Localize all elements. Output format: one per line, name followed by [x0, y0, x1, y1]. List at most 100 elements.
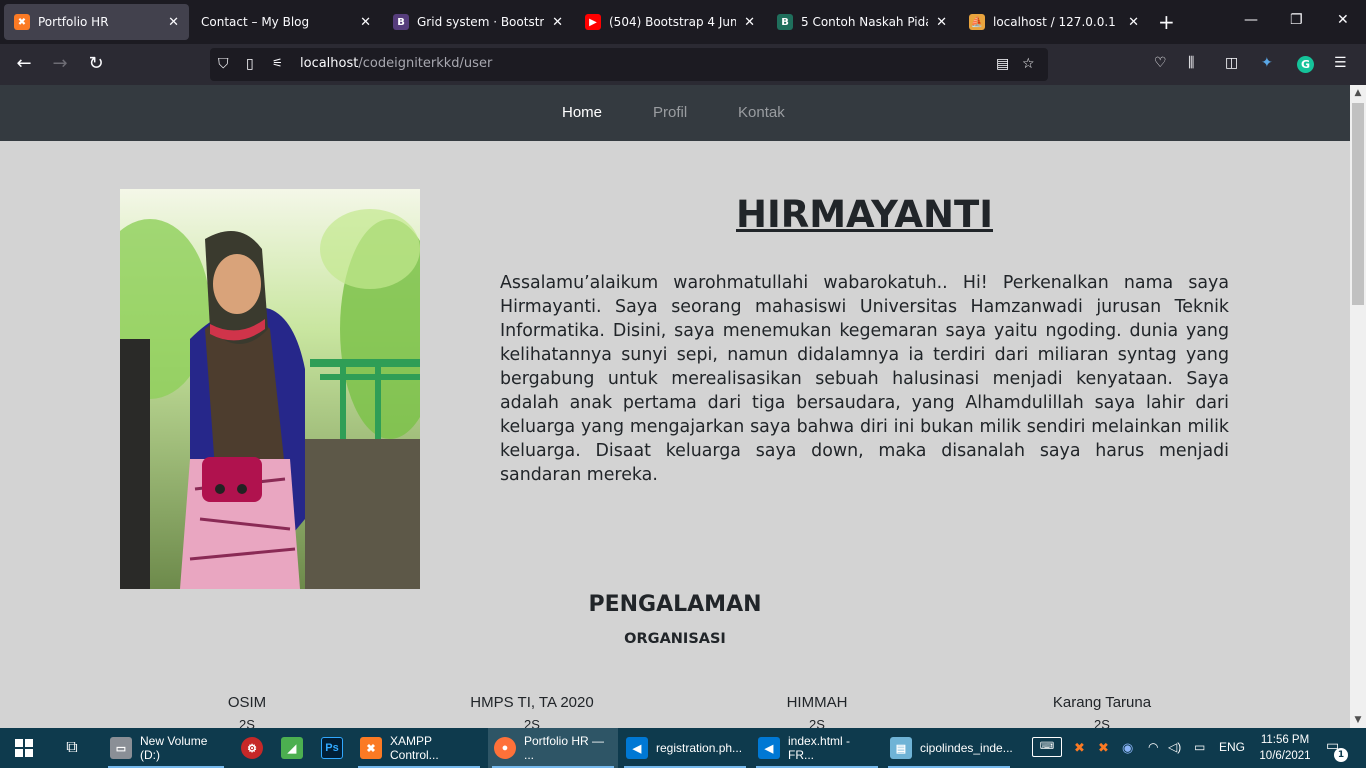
browser-tab-strip: ✖ Portfolio HR ✕ Contact – My Blog ✕ B G…	[0, 0, 1366, 44]
scroll-up-arrow-icon[interactable]: ▲	[1350, 85, 1366, 101]
org-year: 2S	[239, 717, 255, 728]
org-item: HMPS TI, TA 2020 2S	[382, 694, 682, 728]
notepad-icon: ▤	[890, 737, 912, 759]
language-indicator[interactable]: ENG	[1219, 740, 1245, 754]
org-name: Karang Taruna	[1052, 694, 1152, 711]
taskbar-app-label: New Volume (D:)	[140, 734, 208, 762]
phpmyadmin-icon: ⛵	[969, 14, 985, 30]
taskbar-app-xampp[interactable]: ✖ XAMPP Control...	[354, 728, 484, 768]
sidebar-icon[interactable]: ◫	[1225, 55, 1238, 71]
tab-portfolio-hr[interactable]: ✖ Portfolio HR ✕	[4, 4, 189, 40]
start-button[interactable]	[6, 728, 42, 768]
xampp-icon: ✖	[14, 14, 30, 30]
taskbar-app-explorer[interactable]: ▭ New Volume (D:)	[104, 728, 228, 768]
close-tab-icon[interactable]: ✕	[168, 15, 179, 30]
close-tab-icon[interactable]: ✕	[744, 15, 755, 30]
profile-photo-illustration	[120, 189, 420, 589]
bookmark-star-icon[interactable]: ☆	[1022, 56, 1035, 72]
section-subtitle-organisasi: ORGANISASI	[624, 631, 726, 647]
url-text[interactable]: localhost/codeigniterkkd/user	[300, 56, 492, 71]
battery-icon[interactable]: ▭	[1194, 740, 1205, 754]
close-tab-icon[interactable]: ✕	[936, 15, 947, 30]
tab-naskah-pidato[interactable]: B 5 Contoh Naskah Pidato Singkat ✕	[767, 4, 957, 40]
org-name: OSIM	[227, 694, 267, 711]
gear-red-icon: ⚙	[241, 737, 263, 759]
tab-phpmyadmin[interactable]: ⛵ localhost / 127.0.0.1 | phpMyAdmin ✕	[959, 4, 1149, 40]
firefox-icon: ●	[494, 737, 516, 759]
taskbar-app-vscode-1[interactable]: ◀ registration.ph...	[620, 728, 750, 768]
b-site-icon: B	[777, 14, 793, 30]
minimize-icon[interactable]: —	[1244, 12, 1258, 28]
shield-icon[interactable]: ⛉	[218, 56, 229, 72]
taskbar-app-vscode-2[interactable]: ◀ index.html - FR...	[752, 728, 882, 768]
close-window-icon[interactable]: ✕	[1337, 12, 1349, 28]
org-item: HIMMAH 2S	[667, 694, 967, 728]
keyboard-icon[interactable]: ⌨	[1032, 737, 1062, 757]
back-icon[interactable]: ←	[12, 53, 36, 74]
profile-bio: Assalamu’alaikum warohmatullahi wabaroka…	[500, 273, 1229, 485]
org-name: HMPS TI, TA 2020	[470, 694, 594, 711]
close-tab-icon[interactable]: ✕	[360, 15, 371, 30]
scrollbar-thumb[interactable]	[1352, 103, 1364, 305]
taskbar-app-label: registration.ph...	[656, 741, 743, 755]
extension-icon[interactable]: ✦	[1261, 55, 1273, 71]
green-app-icon: ◢	[281, 737, 303, 759]
restore-icon[interactable]: ❐	[1290, 12, 1303, 28]
vscode-icon: ◀	[626, 737, 648, 759]
tray-xampp-2-icon[interactable]: ✖	[1098, 740, 1109, 756]
tab-title: Contact – My Blog	[201, 15, 310, 29]
org-year: 2S	[1094, 717, 1110, 728]
tab-bootstrap-grid[interactable]: B Grid system · Bootstrap v4 ✕	[383, 4, 573, 40]
volume-icon[interactable]: ◁)	[1168, 740, 1181, 754]
profile-name: HIRMAYANTI	[736, 193, 993, 236]
new-tab-icon[interactable]: +	[1158, 12, 1175, 32]
tab-youtube-jumbotron[interactable]: ▶ (504) Bootstrap 4 Jumbotron ✕	[575, 4, 765, 40]
org-item: OSIM 2S	[97, 694, 397, 728]
photoshop-icon: Ps	[321, 737, 343, 759]
org-year: 2S	[524, 717, 540, 728]
reload-icon[interactable]: ↻	[84, 53, 108, 74]
tray-app-icon[interactable]: ◉	[1122, 740, 1133, 756]
tab-contact-blog[interactable]: Contact – My Blog ✕	[191, 4, 381, 40]
taskbar-app-label: Portfolio HR — ...	[524, 734, 605, 762]
wifi-icon[interactable]: ◠	[1148, 740, 1158, 754]
close-tab-icon[interactable]: ✕	[1128, 15, 1139, 30]
nav-home[interactable]: Home	[562, 104, 602, 121]
reader-view-icon[interactable]: ▤	[996, 56, 1009, 72]
browser-toolbar: ← → ↻ ⛉ ▯ ⚟ localhost/codeigniterkkd/use…	[0, 44, 1366, 85]
windows-logo-icon	[15, 739, 33, 757]
taskbar-app-label: cipolindes_inde...	[920, 741, 1013, 755]
youtube-icon: ▶	[585, 14, 601, 30]
close-tab-icon[interactable]: ✕	[552, 15, 563, 30]
site-navbar: Home Profil Kontak	[0, 85, 1350, 141]
taskbar-pin-app[interactable]: ⚙	[234, 728, 270, 768]
clock-date: 10/6/2021	[1259, 750, 1311, 762]
taskbar-app-firefox[interactable]: ● Portfolio HR — ...	[488, 728, 618, 768]
menu-icon[interactable]: ☰	[1334, 55, 1347, 71]
tab-title: Portfolio HR	[38, 15, 109, 29]
forward-icon[interactable]: →	[48, 53, 72, 74]
windows-taskbar: ⧉ ▭ New Volume (D:) ⚙ ◢ Ps ✖ XAMPP Contr…	[0, 728, 1366, 768]
tab-title: 5 Contoh Naskah Pidato Singkat	[801, 15, 928, 29]
nav-kontak[interactable]: Kontak	[738, 104, 785, 121]
page-scrollbar[interactable]: ▲ ▼	[1350, 85, 1366, 728]
grammarly-icon[interactable]: G	[1297, 56, 1314, 73]
scroll-down-arrow-icon[interactable]: ▼	[1350, 712, 1366, 728]
pocket-icon[interactable]: ♡	[1154, 55, 1167, 71]
org-name: HIMMAH	[786, 694, 848, 711]
system-clock[interactable]: 11:56 PM 10/6/2021	[1252, 732, 1318, 764]
task-view-icon[interactable]: ⧉	[54, 728, 90, 768]
nav-profil[interactable]: Profil	[653, 104, 687, 121]
tab-title: (504) Bootstrap 4 Jumbotron	[609, 15, 737, 29]
profile-photo	[120, 189, 420, 589]
library-icon[interactable]: ⫼	[1188, 55, 1194, 71]
section-title-pengalaman: PENGALAMAN	[588, 592, 762, 617]
taskbar-app-notepad[interactable]: ▤ cipolindes_inde...	[884, 728, 1014, 768]
address-bar[interactable]: ⛉ ▯ ⚟ localhost/codeigniterkkd/user ▤ ☆	[210, 48, 1048, 81]
permissions-icon[interactable]: ⚟	[272, 56, 283, 70]
page-icon[interactable]: ▯	[246, 56, 254, 72]
taskbar-pin-photoshop[interactable]: Ps	[314, 728, 350, 768]
taskbar-pin-app[interactable]: ◢	[274, 728, 310, 768]
tray-xampp-icon[interactable]: ✖	[1074, 740, 1085, 756]
xampp-icon: ✖	[360, 737, 382, 759]
